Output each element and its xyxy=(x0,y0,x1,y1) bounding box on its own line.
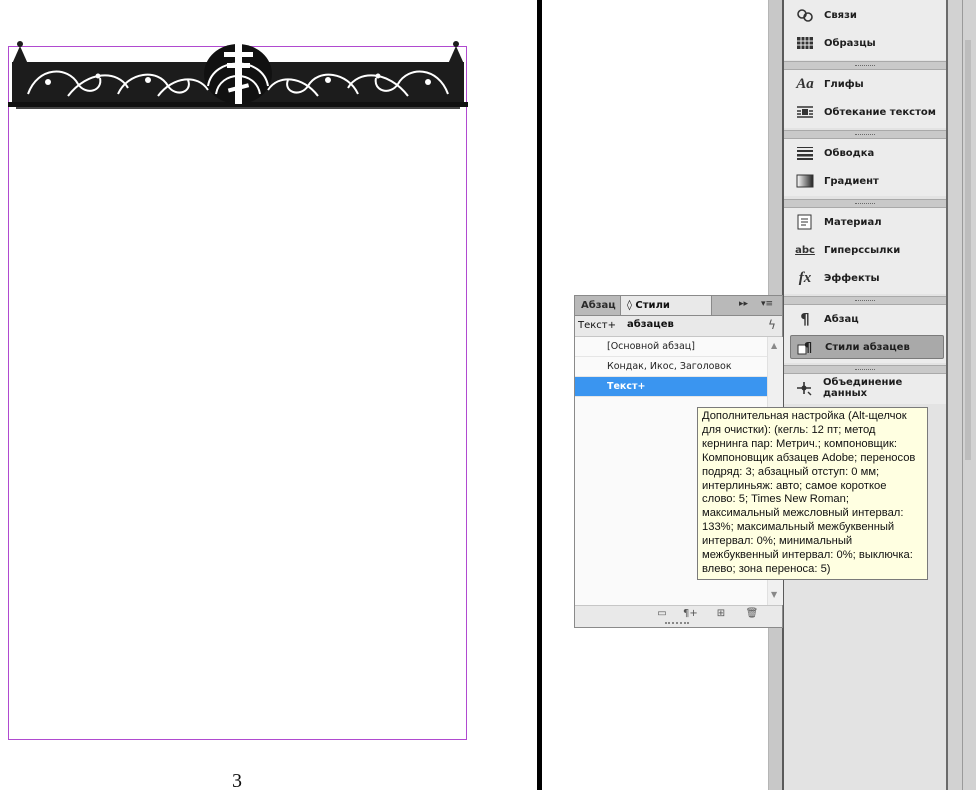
effects-icon: fx xyxy=(798,269,812,286)
data-merge-icon xyxy=(794,379,815,397)
dock-item-stroke[interactable]: Обводка xyxy=(790,141,944,165)
paragraph-styles-icon: ¶ xyxy=(795,338,817,356)
dock-group-grip[interactable] xyxy=(784,296,946,305)
dock-item-label: Стили абзацев xyxy=(825,341,910,353)
trash-icon[interactable]: 🗑 xyxy=(745,608,759,620)
svg-text:¶: ¶ xyxy=(804,341,812,355)
collapse-panel-icon[interactable]: ▸▸ xyxy=(739,299,748,309)
dock-item-label: Абзац xyxy=(824,313,859,325)
dock-item-label: Градиент xyxy=(824,175,879,187)
dock-right-edge xyxy=(948,0,976,790)
style-list-item[interactable]: Кондак, Икос, Заголовок xyxy=(575,357,767,377)
dock-item-label: Образцы xyxy=(824,37,876,49)
paragraph-icon: ¶ xyxy=(800,310,810,328)
resize-grip[interactable] xyxy=(665,622,689,627)
dock-item-paragraph[interactable]: ¶ Абзац xyxy=(790,307,944,331)
panel-dock: Связи Образцы Aa Глифы Обтекание текстом… xyxy=(782,0,948,790)
dock-item-label: Связи xyxy=(824,9,857,21)
dock-item-label: Объединение данных xyxy=(822,377,903,399)
document-page[interactable] xyxy=(8,46,467,740)
dock-item-text-wrap[interactable]: Обтекание текстом xyxy=(790,100,944,124)
dock-item-story[interactable]: Материал xyxy=(790,210,944,234)
dock-item-data-merge[interactable]: Объединение данных xyxy=(790,376,944,400)
dock-item-paragraph-styles[interactable]: ¶ Стили абзацев xyxy=(790,335,944,359)
scroll-down-icon[interactable]: ▼ xyxy=(771,590,777,599)
dock-item-effects[interactable]: fx Эффекты xyxy=(790,266,944,290)
panel-tab-bar: Абзац ◊ Стили абзацев ▸▸ ▾≡ xyxy=(575,296,782,330)
dock-item-links[interactable]: Связи xyxy=(790,3,944,27)
hyperlinks-icon: abc xyxy=(795,244,815,256)
clear-overrides-icon[interactable]: ¶+ xyxy=(683,608,698,620)
new-style-icon[interactable]: ⊞ xyxy=(714,608,728,620)
dock-item-swatches[interactable]: Образцы xyxy=(790,31,944,55)
glyphs-icon: Aa xyxy=(796,75,814,92)
panel-footer: ▭ ¶+ ⊞ 🗑 xyxy=(575,605,782,627)
dock-item-glyphs[interactable]: Aa Глифы xyxy=(790,72,944,96)
dock-group-grip[interactable] xyxy=(784,199,946,208)
dock-item-gradient[interactable]: Градиент xyxy=(790,169,944,193)
dock-item-label: Обводка xyxy=(824,147,875,159)
dock-item-hyperlinks[interactable]: abc Гиперссылки xyxy=(790,238,944,262)
gradient-icon xyxy=(794,172,816,190)
dock-group-grip[interactable] xyxy=(784,61,946,70)
spread-divider xyxy=(537,0,542,790)
current-style-label: Текст+ xyxy=(578,320,617,331)
swatches-icon xyxy=(794,34,816,52)
style-override-tooltip: Дополнительная настройка (Alt-щелчок для… xyxy=(697,407,928,580)
ornamental-header-image xyxy=(8,41,468,109)
links-icon xyxy=(794,6,816,24)
dock-item-label: Глифы xyxy=(824,78,864,90)
dock-item-label: Гиперссылки xyxy=(824,244,901,256)
style-list-item-selected[interactable]: Текст+ xyxy=(575,377,767,397)
dock-item-label: Эффекты xyxy=(824,272,880,284)
stroke-icon xyxy=(794,144,816,162)
dock-scrollbar[interactable] xyxy=(965,40,971,460)
dock-group-grip[interactable] xyxy=(784,365,946,374)
dock-item-label: Материал xyxy=(824,216,882,228)
text-wrap-icon xyxy=(794,103,816,121)
tab-paragraph[interactable]: Абзац xyxy=(575,296,620,315)
new-group-icon[interactable]: ▭ xyxy=(655,608,669,620)
panel-menu-icon[interactable]: ▾≡ xyxy=(761,299,773,309)
tab-paragraph-styles[interactable]: ◊ Стили абзацев xyxy=(620,296,712,330)
lightning-icon[interactable]: ϟ xyxy=(768,318,776,332)
dock-edge-line xyxy=(962,0,963,790)
scroll-up-icon[interactable]: ▲ xyxy=(771,341,777,350)
dock-item-label: Обтекание текстом xyxy=(824,106,936,118)
story-icon xyxy=(794,213,816,231)
style-list-item[interactable]: [Основной абзац] xyxy=(575,337,767,357)
dock-group-grip[interactable] xyxy=(784,130,946,139)
